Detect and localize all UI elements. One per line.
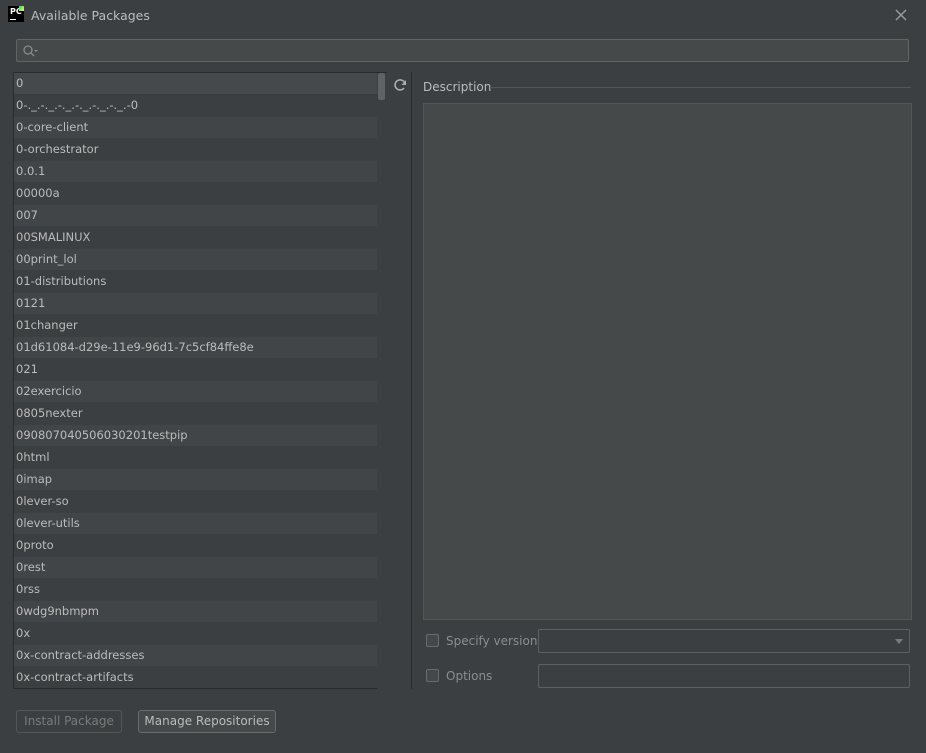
package-list-item[interactable]: 0805nexter xyxy=(14,403,386,425)
package-list-item[interactable]: 0html xyxy=(14,447,386,469)
package-list-item[interactable]: 0imap xyxy=(14,469,386,491)
description-label: Description xyxy=(423,80,492,94)
specify-version-checkbox[interactable] xyxy=(426,634,439,647)
package-list-item[interactable]: 090807040506030201testpip xyxy=(14,425,386,447)
refresh-button[interactable] xyxy=(392,77,408,93)
package-list-item[interactable]: 02exercicio xyxy=(14,381,386,403)
package-list-item[interactable]: 0x xyxy=(14,623,386,645)
list-toolbar xyxy=(388,72,412,689)
package-list-item[interactable]: 007 xyxy=(14,205,386,227)
description-divider xyxy=(490,87,911,88)
package-list-item[interactable]: 0rest xyxy=(14,557,386,579)
title-bar: PC Available Packages xyxy=(0,0,926,30)
description-area xyxy=(423,103,912,620)
package-list-item[interactable]: 00print_lol xyxy=(14,249,386,271)
manage-repositories-button[interactable]: Manage Repositories xyxy=(138,710,276,733)
pycharm-logo-icon: PC xyxy=(8,6,24,22)
package-list[interactable]: 0 0-._.-._.-._.-._.-._.-._.-0 0-core-clien… xyxy=(13,72,387,689)
package-list-item[interactable]: 00000a xyxy=(14,183,386,205)
package-list-item[interactable]: 0-._.-._.-._.-._.-._.-._.-0 xyxy=(14,95,386,117)
package-list-item[interactable]: 0 xyxy=(14,73,386,95)
install-package-button[interactable]: Install Package xyxy=(16,710,122,733)
specify-version-label: Specify version xyxy=(446,634,538,648)
search-input[interactable] xyxy=(43,41,907,62)
scrollbar-thumb[interactable] xyxy=(378,73,385,100)
options-checkbox[interactable] xyxy=(426,669,439,682)
search-icon[interactable] xyxy=(22,44,38,58)
package-list-item[interactable]: 0.0.1 xyxy=(14,161,386,183)
package-list-item[interactable]: 0lever-so xyxy=(14,491,386,513)
package-list-item[interactable]: 0wdg9nbmpm xyxy=(14,601,386,623)
package-list-item[interactable]: 00SMALINUX xyxy=(14,227,386,249)
package-list-item[interactable]: 0proto xyxy=(14,535,386,557)
package-list-item[interactable]: 0x-contract-addresses xyxy=(14,645,386,667)
close-icon[interactable] xyxy=(891,5,911,25)
search-box[interactable] xyxy=(16,39,909,62)
close-button[interactable] xyxy=(891,5,911,25)
version-select[interactable] xyxy=(538,629,910,653)
package-list-item[interactable]: 0rss xyxy=(14,579,386,601)
package-list-item[interactable]: 0121 xyxy=(14,293,386,315)
package-list-item[interactable]: 0-core-client xyxy=(14,117,386,139)
refresh-icon[interactable] xyxy=(392,77,408,93)
package-list-item[interactable]: 0lever-utils xyxy=(14,513,386,535)
package-list-item[interactable]: 0x-contract-artifacts xyxy=(14,667,386,688)
package-list-item[interactable]: 021 xyxy=(14,359,386,381)
window-title: Available Packages xyxy=(31,8,150,23)
options-input[interactable] xyxy=(538,664,910,688)
package-list-item[interactable]: 01d61084-d29e-11e9-96d1-7c5cf84ffe8e xyxy=(14,337,386,359)
list-scrollbar[interactable] xyxy=(377,73,387,689)
package-list-item[interactable]: 0-orchestrator xyxy=(14,139,386,161)
package-list-item[interactable]: 01changer xyxy=(14,315,386,337)
chevron-down-icon xyxy=(895,639,903,644)
options-label: Options xyxy=(446,669,493,683)
package-list-item[interactable]: 01-distributions xyxy=(14,271,386,293)
